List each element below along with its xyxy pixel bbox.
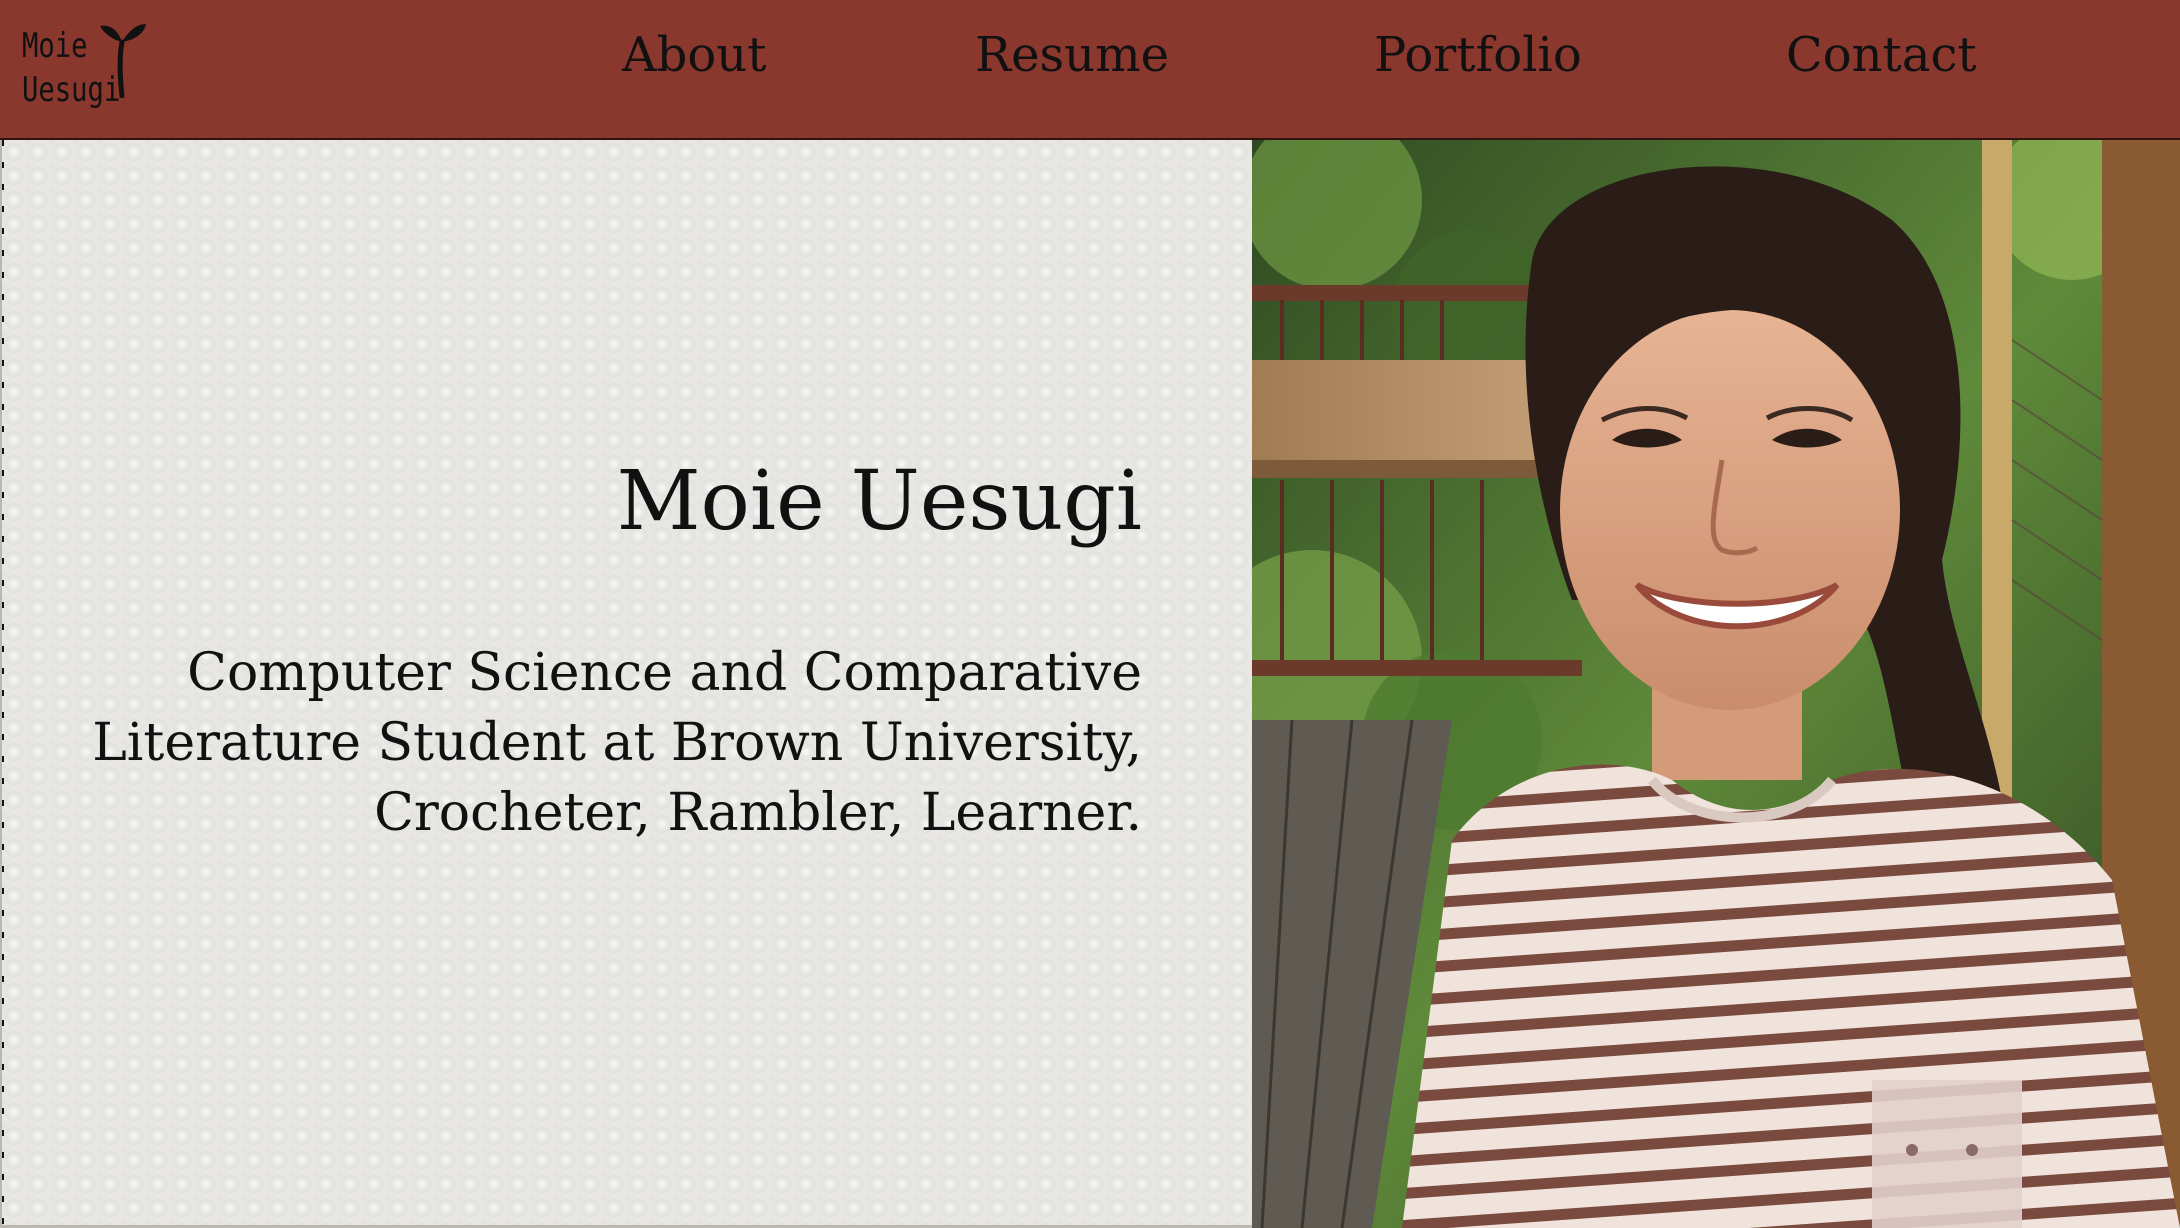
nav-link-contact[interactable]: Contact	[1786, 26, 1977, 84]
tagline-line-3: Crocheter, Rambler, Learner.	[374, 783, 1142, 843]
tagline-line-2: Literature Student at Brown University,	[92, 713, 1142, 773]
main-navigation: About Resume Portfolio Contact	[0, 0, 2180, 116]
portrait-photo	[1252, 140, 2180, 1228]
intro-panel: Moie Uesugi Computer Science and Compara…	[0, 140, 1252, 1228]
nav-link-about[interactable]: About	[622, 26, 767, 84]
site-header: Moie Uesugi About Resume Portfolio Conta…	[0, 0, 2180, 140]
tagline-line-1: Computer Science and Comparative	[187, 643, 1142, 703]
portrait-illustration	[1252, 140, 2180, 1228]
panel-edge-pattern	[2, 140, 4, 1225]
nav-link-resume[interactable]: Resume	[975, 26, 1169, 84]
hero-name: Moie Uesugi	[616, 454, 1142, 549]
nav-link-portfolio[interactable]: Portfolio	[1374, 26, 1582, 84]
hero-tagline: Computer Science and Comparative Literat…	[42, 638, 1142, 848]
